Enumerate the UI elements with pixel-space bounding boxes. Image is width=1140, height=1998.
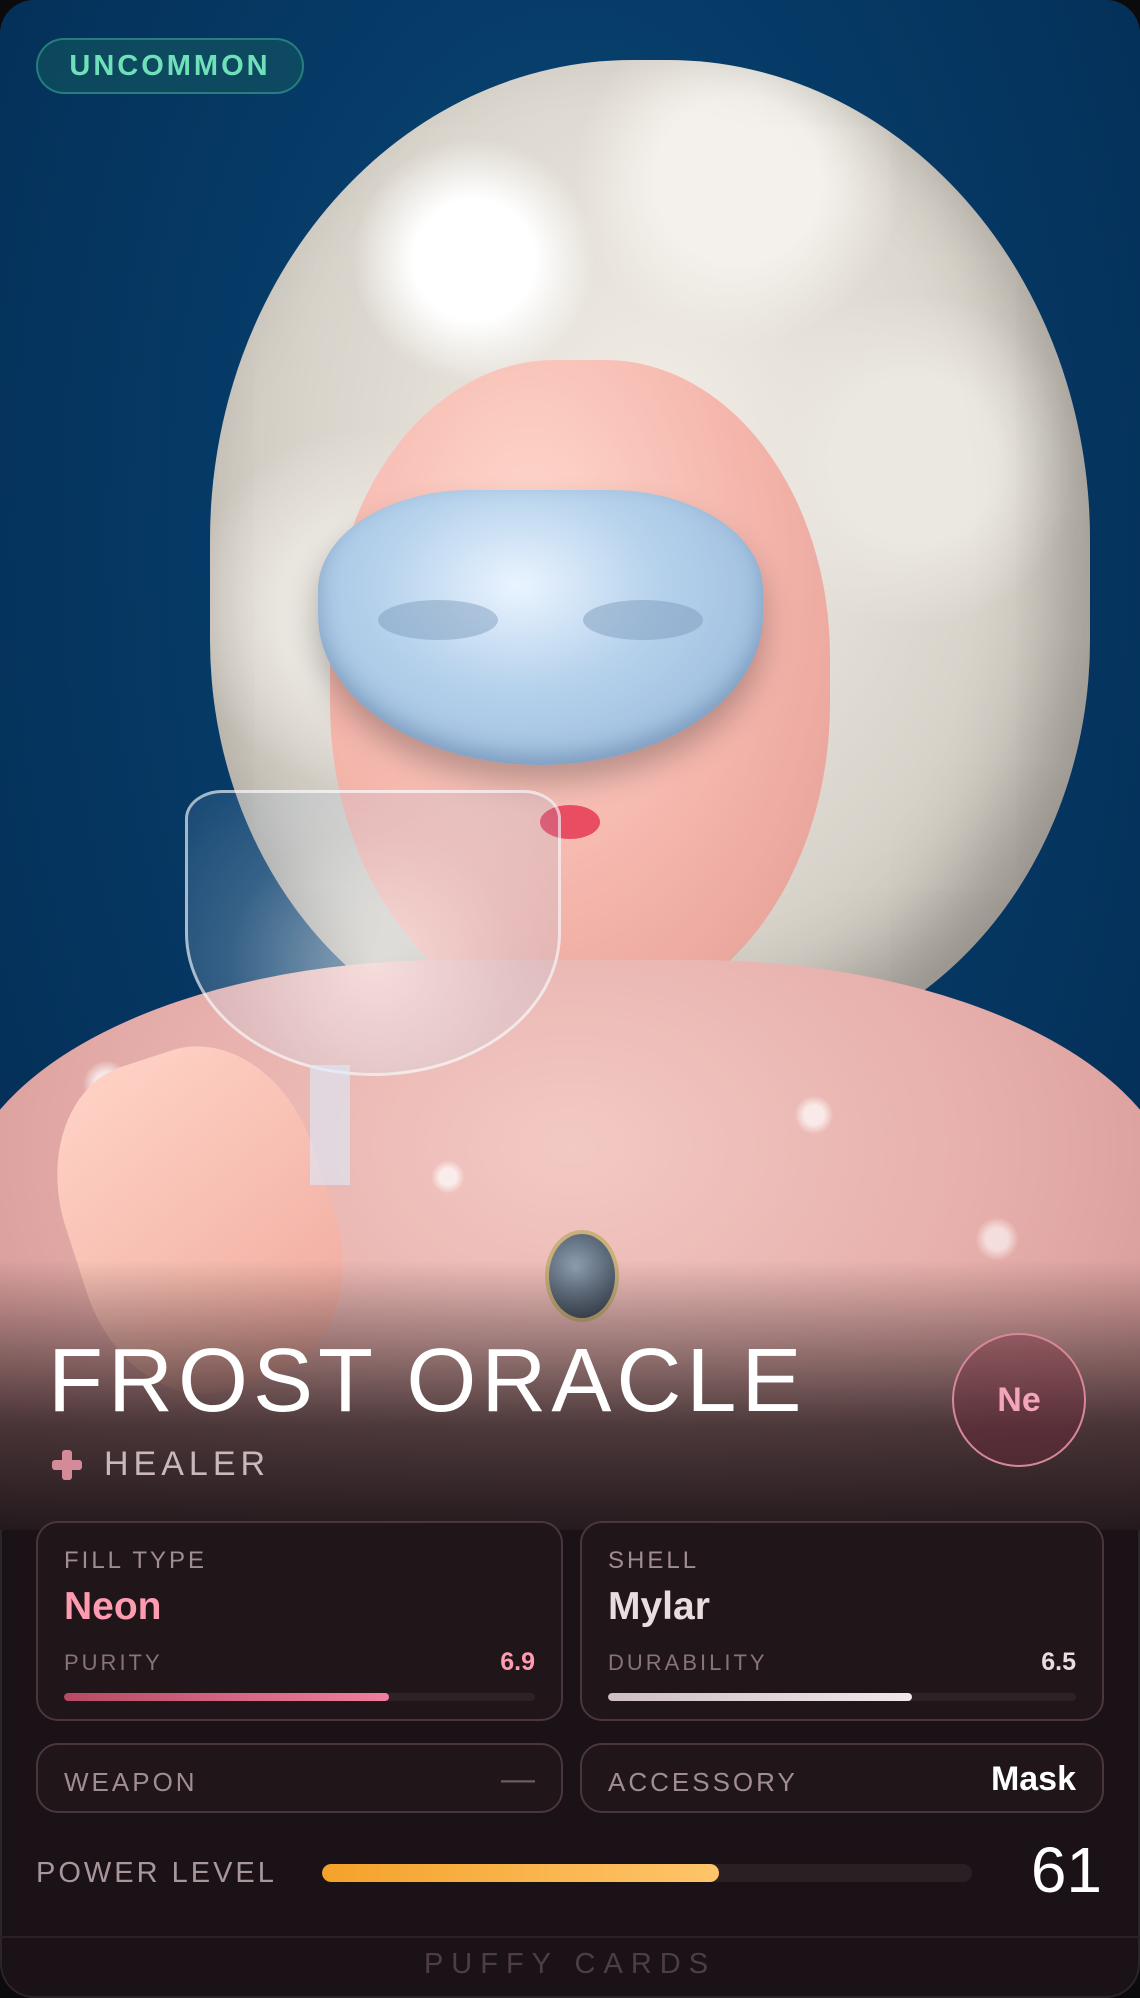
power-level-value: 61 (1030, 1834, 1102, 1906)
power-level-label: POWER LEVEL (36, 1857, 277, 1889)
role-label: HEALER (104, 1445, 271, 1483)
card-role: HEALER (52, 1445, 270, 1484)
artwork-glass-stem (310, 1065, 350, 1185)
weapon-value: — (501, 1760, 535, 1798)
power-level-bar (322, 1864, 719, 1882)
purity-value: 6.9 (500, 1648, 535, 1676)
purity-track (64, 1693, 535, 1701)
mask-eye-left (378, 600, 498, 640)
puffy-card[interactable]: UNCOMMON FROST ORACLE HEALER Ne FILL TYP… (0, 0, 1140, 1998)
purity-bar (64, 1693, 389, 1701)
weapon-slot[interactable]: WEAPON — (36, 1743, 563, 1813)
durability-label: DURABILITY (608, 1650, 768, 1675)
fill-type-value: Neon (64, 1585, 162, 1628)
accessory-label: ACCESSORY (608, 1767, 798, 1797)
card-footer-brand: PUFFY CARDS (423, 1948, 717, 1980)
card-name: FROST ORACLE (48, 1331, 807, 1431)
plus-icon (52, 1449, 82, 1480)
artwork-glass (185, 790, 561, 1076)
shell-value: Mylar (608, 1585, 710, 1628)
footer-divider (0, 1936, 1140, 1938)
weapon-label: WEAPON (64, 1767, 198, 1797)
shell-panel: SHELL Mylar DURABILITY 6.5 (580, 1521, 1104, 1721)
shell-label: SHELL (608, 1547, 700, 1574)
power-level-track (322, 1864, 972, 1882)
rarity-badge: UNCOMMON (36, 38, 304, 94)
durability-value: 6.5 (1041, 1648, 1076, 1676)
purity-label: PURITY (64, 1650, 163, 1675)
fill-type-panel: FILL TYPE Neon PURITY 6.9 (36, 1521, 563, 1721)
mask-eye-right (583, 600, 703, 640)
fill-type-label: FILL TYPE (64, 1547, 208, 1574)
durability-bar (608, 1693, 913, 1701)
card-artwork (0, 0, 1140, 1530)
durability-track (608, 1693, 1076, 1701)
element-badge[interactable]: Ne (952, 1333, 1086, 1467)
accessory-value: Mask (990, 1760, 1076, 1798)
accessory-slot[interactable]: ACCESSORY Mask (580, 1743, 1104, 1813)
